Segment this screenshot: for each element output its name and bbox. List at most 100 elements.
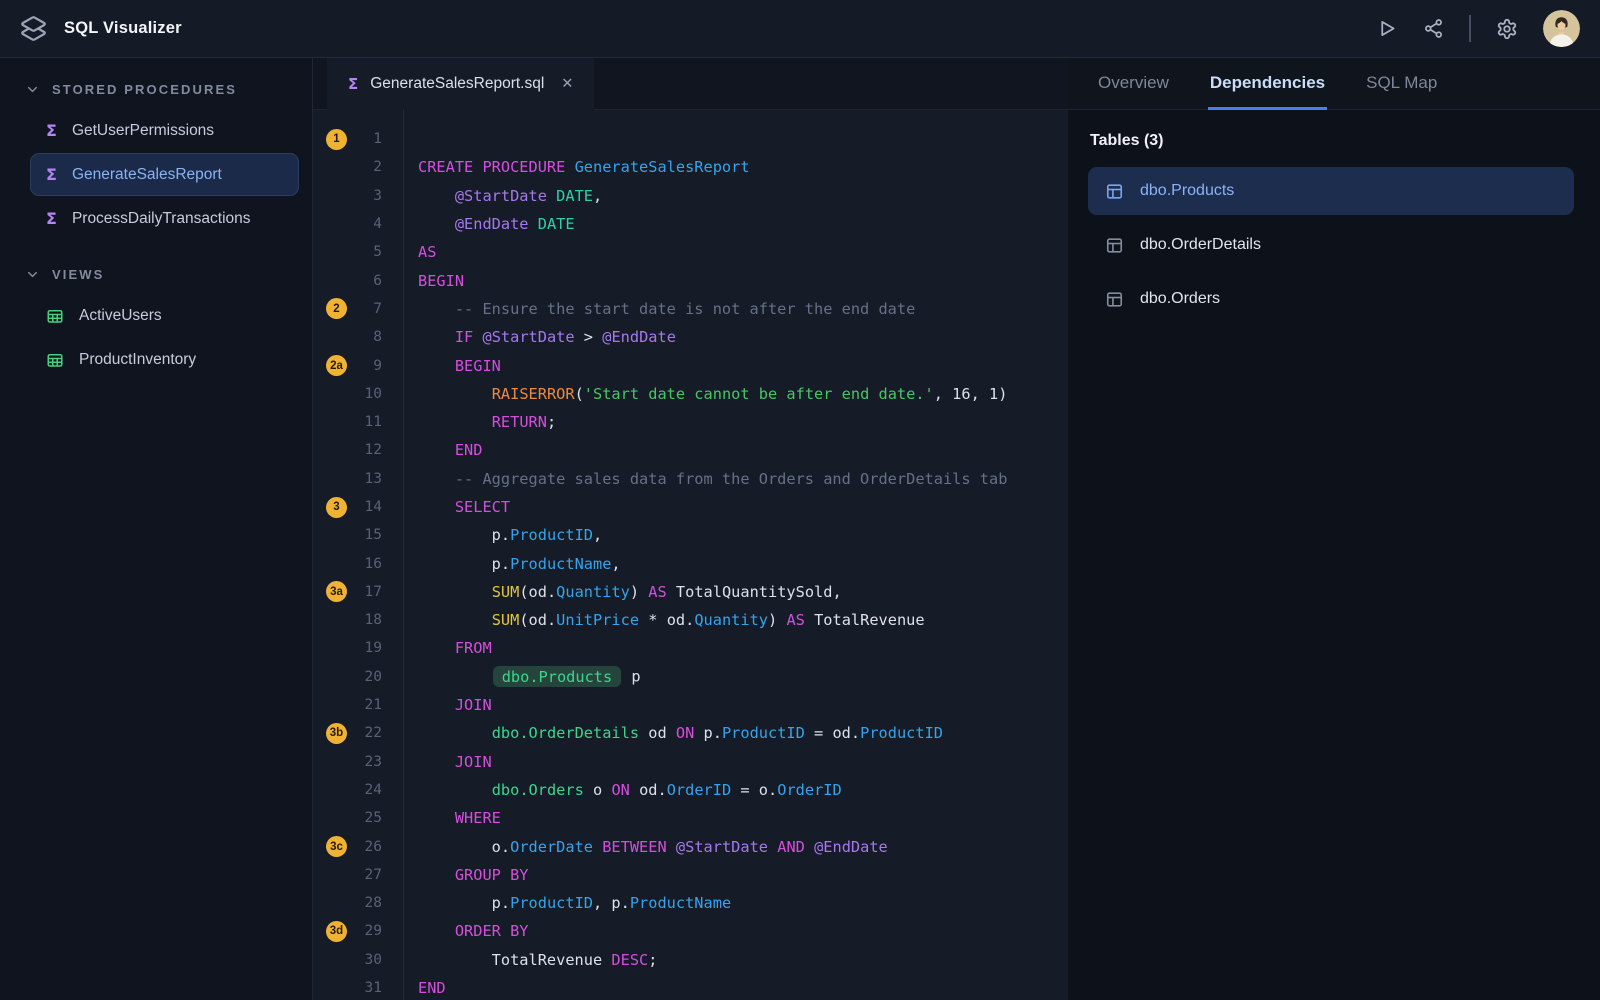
chevron-down-icon bbox=[25, 82, 40, 97]
code-line: 2CREATE PROCEDURE GenerateSalesReport bbox=[313, 153, 1068, 181]
line-number: 21 bbox=[360, 697, 403, 713]
code-text: IF @StartDate > @EndDate bbox=[403, 328, 676, 346]
code-line: 5AS bbox=[313, 238, 1068, 266]
sidebar-section-header[interactable]: VIEWS bbox=[0, 256, 312, 293]
table-icon bbox=[1105, 236, 1124, 255]
code-text: dbo.Products p bbox=[403, 666, 641, 687]
step-badge[interactable]: 3c bbox=[326, 836, 347, 857]
code-line: 2a9 BEGIN bbox=[313, 351, 1068, 379]
badge-cell: 3c bbox=[313, 836, 360, 857]
badge-cell: 1 bbox=[313, 129, 360, 150]
step-badge[interactable]: 3d bbox=[326, 921, 347, 942]
code-line: 11 RETURN; bbox=[313, 408, 1068, 436]
code-text: JOIN bbox=[403, 753, 492, 771]
code-area[interactable]: 112CREATE PROCEDURE GenerateSalesReport 3… bbox=[313, 110, 1068, 1000]
gutter-cell: 8 bbox=[313, 323, 403, 351]
step-badge[interactable]: 2 bbox=[326, 298, 347, 319]
share-button[interactable] bbox=[1414, 10, 1452, 48]
gutter-cell: 21 bbox=[313, 691, 403, 719]
code-line: 21 JOIN bbox=[313, 691, 1068, 719]
user-avatar[interactable] bbox=[1543, 10, 1580, 47]
code-line: 19 FROM bbox=[313, 634, 1068, 662]
code-text: END bbox=[403, 441, 482, 459]
tab-overview[interactable]: Overview bbox=[1096, 58, 1171, 110]
badge-cell: 3 bbox=[313, 497, 360, 518]
gutter-cell: 24 bbox=[313, 776, 403, 804]
line-number: 12 bbox=[360, 442, 403, 458]
sidebar-section-label: VIEWS bbox=[52, 267, 104, 282]
step-badge[interactable]: 2a bbox=[326, 355, 347, 376]
code-text: -- Ensure the start date is not after th… bbox=[403, 300, 915, 318]
table-row-dbo.orderdetails[interactable]: dbo.OrderDetails bbox=[1088, 221, 1574, 269]
code-text: @EndDate DATE bbox=[403, 215, 575, 233]
tab-sql-map[interactable]: SQL Map bbox=[1364, 58, 1439, 110]
line-number: 8 bbox=[360, 329, 403, 345]
code-line: 3b 22 dbo.OrderDetails od ON p.ProductID … bbox=[313, 719, 1068, 747]
table-row-dbo.products[interactable]: dbo.Products bbox=[1088, 167, 1574, 215]
gutter-divider bbox=[403, 110, 404, 1000]
gutter-cell: 18 bbox=[313, 606, 403, 634]
table-name: dbo.Orders bbox=[1140, 290, 1220, 308]
gutter-cell: 11 bbox=[313, 125, 403, 153]
code-text: FROM bbox=[403, 639, 492, 657]
line-number: 5 bbox=[360, 244, 403, 260]
line-number: 24 bbox=[360, 782, 403, 798]
sidebar-item-label: GenerateSalesReport bbox=[72, 166, 222, 184]
code-text: dbo.OrderDetails od ON p.ProductID = od.… bbox=[403, 724, 943, 742]
editor-tab-generatesalesreport[interactable]: Σ GenerateSalesReport.sql ✕ bbox=[327, 58, 594, 110]
code-text: @StartDate DATE, bbox=[403, 187, 602, 205]
step-badge[interactable]: 3a bbox=[326, 581, 347, 602]
tab-close-icon[interactable]: ✕ bbox=[561, 76, 573, 92]
gear-icon bbox=[1496, 18, 1518, 40]
code-text: o.OrderDate BETWEEN @StartDate AND @EndD… bbox=[403, 838, 888, 856]
line-number: 9 bbox=[360, 358, 403, 374]
code-text: WHERE bbox=[403, 809, 501, 827]
table-grid-icon bbox=[46, 351, 64, 369]
code-text: RAISERROR('Start date cannot be after en… bbox=[403, 385, 1007, 403]
code-line: 13 -- Aggregate sales data from the Orde… bbox=[313, 465, 1068, 493]
play-icon bbox=[1377, 18, 1398, 39]
run-button[interactable] bbox=[1368, 10, 1406, 48]
line-number: 22 bbox=[360, 725, 403, 741]
sidebar-item-activeusers[interactable]: ActiveUsers bbox=[30, 294, 299, 337]
sidebar-section-label: STORED PROCEDURES bbox=[52, 82, 237, 97]
gutter-cell: 2 bbox=[313, 153, 403, 181]
line-number: 19 bbox=[360, 640, 403, 656]
sidebar-item-generatesalesreport[interactable]: ΣGenerateSalesReport bbox=[30, 153, 299, 196]
gutter-cell: 12 bbox=[313, 436, 403, 464]
line-number: 20 bbox=[360, 669, 403, 685]
gutter-cell: 10 bbox=[313, 380, 403, 408]
code-text: dbo.Orders o ON od.OrderID = o.OrderID bbox=[403, 781, 842, 799]
code-text: END bbox=[403, 979, 446, 997]
table-row-dbo.orders[interactable]: dbo.Orders bbox=[1088, 275, 1574, 323]
gutter-cell: 4 bbox=[313, 210, 403, 238]
sidebar-item-processdailytransactions[interactable]: ΣProcessDailyTransactions bbox=[30, 197, 299, 240]
gutter-cell: 19 bbox=[313, 634, 403, 662]
code-text: ORDER BY bbox=[403, 922, 529, 940]
sidebar-section-header[interactable]: STORED PROCEDURES bbox=[0, 71, 312, 108]
tab-dependencies[interactable]: Dependencies bbox=[1208, 58, 1327, 110]
code-text: AS bbox=[403, 243, 436, 261]
code-line: 28 p.ProductID, p.ProductName bbox=[313, 889, 1068, 917]
step-badge[interactable]: 1 bbox=[326, 129, 347, 150]
tables-heading: Tables (3) bbox=[1090, 132, 1574, 150]
code-line: 20 dbo.Products p bbox=[313, 663, 1068, 691]
step-badge[interactable]: 3b bbox=[326, 723, 347, 744]
line-number: 4 bbox=[360, 216, 403, 232]
settings-button[interactable] bbox=[1488, 10, 1526, 48]
code-text: GROUP BY bbox=[403, 866, 529, 884]
line-number: 6 bbox=[360, 273, 403, 289]
topbar: SQL Visualizer bbox=[0, 0, 1600, 58]
table-name: dbo.OrderDetails bbox=[1140, 236, 1261, 254]
sidebar-item-getuserpermissions[interactable]: ΣGetUserPermissions bbox=[30, 109, 299, 152]
code-text: TotalRevenue DESC; bbox=[403, 951, 657, 969]
line-number: 3 bbox=[360, 188, 403, 204]
gutter-cell: 27 bbox=[313, 295, 403, 323]
app-title: SQL Visualizer bbox=[64, 19, 182, 38]
gutter-cell: 16 bbox=[313, 549, 403, 577]
sidebar-item-productinventory[interactable]: ProductInventory bbox=[30, 338, 299, 381]
gutter-cell: 3 bbox=[313, 182, 403, 210]
step-badge[interactable]: 3 bbox=[326, 497, 347, 518]
line-number: 25 bbox=[360, 810, 403, 826]
line-number: 30 bbox=[360, 952, 403, 968]
